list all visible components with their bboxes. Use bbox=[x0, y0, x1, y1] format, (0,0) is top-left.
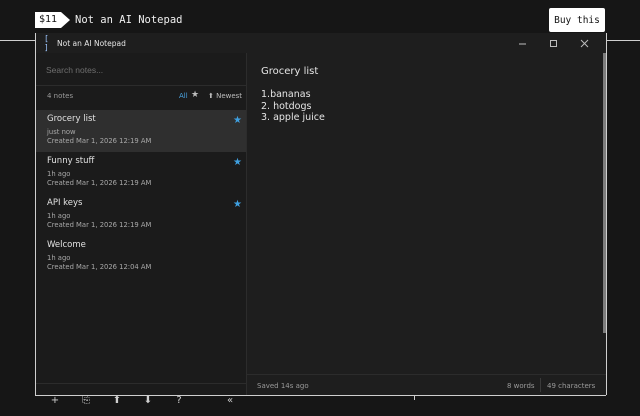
word-count: 8 words bbox=[507, 382, 535, 390]
close-button[interactable] bbox=[569, 33, 600, 53]
note-created: Created Mar 1, 2026 12:19 AM bbox=[47, 221, 152, 229]
filter-all-button[interactable]: All bbox=[179, 92, 188, 100]
list-item[interactable]: Welcome 1h ago Created Mar 1, 2026 12:04… bbox=[36, 236, 246, 278]
search-bar bbox=[36, 53, 246, 86]
filter-starred-button[interactable]: ★ bbox=[191, 90, 199, 100]
maximize-button[interactable] bbox=[538, 33, 569, 53]
buy-button[interactable]: Buy this bbox=[549, 8, 605, 32]
notes-list: Grocery list just now Created Mar 1, 202… bbox=[36, 110, 246, 278]
note-modified: 1h ago bbox=[47, 212, 71, 220]
status-divider bbox=[540, 378, 541, 392]
star-icon[interactable]: ★ bbox=[233, 115, 242, 126]
note-editor-body[interactable]: 1.bananas 2. hotdogs 3. apple juice bbox=[261, 89, 581, 124]
brackets-icon: [ ] bbox=[44, 34, 49, 52]
note-editor[interactable]: Grocery list 1.bananas 2. hotdogs 3. app… bbox=[247, 53, 606, 395]
editor-scrollbar[interactable] bbox=[603, 53, 606, 333]
list-item[interactable]: Grocery list just now Created Mar 1, 202… bbox=[36, 110, 246, 152]
note-title: API keys bbox=[47, 198, 83, 208]
star-icon[interactable]: ★ bbox=[233, 157, 242, 168]
search-input[interactable] bbox=[44, 59, 238, 81]
status-bar: Saved 14s ago 8 words 49 characters bbox=[247, 374, 606, 396]
note-count: 4 notes bbox=[47, 92, 74, 100]
note-modified: 1h ago bbox=[47, 170, 71, 178]
window-title: Not an AI Notepad bbox=[57, 38, 126, 48]
note-created: Created Mar 1, 2026 12:04 AM bbox=[47, 263, 152, 271]
editor-line: 3. apple juice bbox=[261, 112, 325, 123]
character-count: 49 characters bbox=[547, 382, 596, 390]
sort-button[interactable]: ⬆ Newest bbox=[208, 92, 242, 100]
note-title: Funny stuff bbox=[47, 156, 95, 166]
note-created: Created Mar 1, 2026 12:19 AM bbox=[47, 137, 152, 145]
editor-line: 2. hotdogs bbox=[261, 100, 312, 112]
notes-sidebar: 4 notes All ★ ⬆ Newest Grocery list just… bbox=[36, 53, 247, 406]
list-item[interactable]: API keys 1h ago Created Mar 1, 2026 12:1… bbox=[36, 194, 246, 236]
editor-line: 1.bananas bbox=[261, 89, 311, 100]
note-created: Created Mar 1, 2026 12:19 AM bbox=[47, 179, 152, 187]
list-item[interactable]: Funny stuff 1h ago Created Mar 1, 2026 1… bbox=[36, 152, 246, 194]
note-modified: 1h ago bbox=[47, 254, 71, 262]
bottom-tick bbox=[414, 395, 415, 400]
save-status: Saved 14s ago bbox=[257, 382, 309, 390]
note-title: Grocery list bbox=[47, 114, 96, 124]
minimize-icon bbox=[519, 43, 526, 44]
list-header: 4 notes All ★ ⬆ Newest bbox=[36, 89, 246, 105]
close-icon bbox=[580, 39, 589, 47]
maximize-icon bbox=[550, 39, 557, 47]
note-editor-title[interactable]: Grocery list bbox=[261, 66, 318, 77]
minimize-button[interactable] bbox=[507, 33, 538, 53]
bottom-divider bbox=[35, 395, 606, 396]
star-icon[interactable]: ★ bbox=[233, 199, 242, 210]
price-tag: $11 bbox=[35, 12, 71, 28]
window-controls bbox=[507, 33, 600, 53]
product-name: Not an AI Notepad bbox=[75, 14, 183, 26]
app-window: [ ] Not an AI Notepad 4 notes All ★ ⬆ Ne… bbox=[35, 33, 607, 406]
note-title: Welcome bbox=[47, 240, 86, 250]
title-bar: [ ] Not an AI Notepad bbox=[36, 33, 606, 53]
note-modified: just now bbox=[47, 128, 76, 136]
